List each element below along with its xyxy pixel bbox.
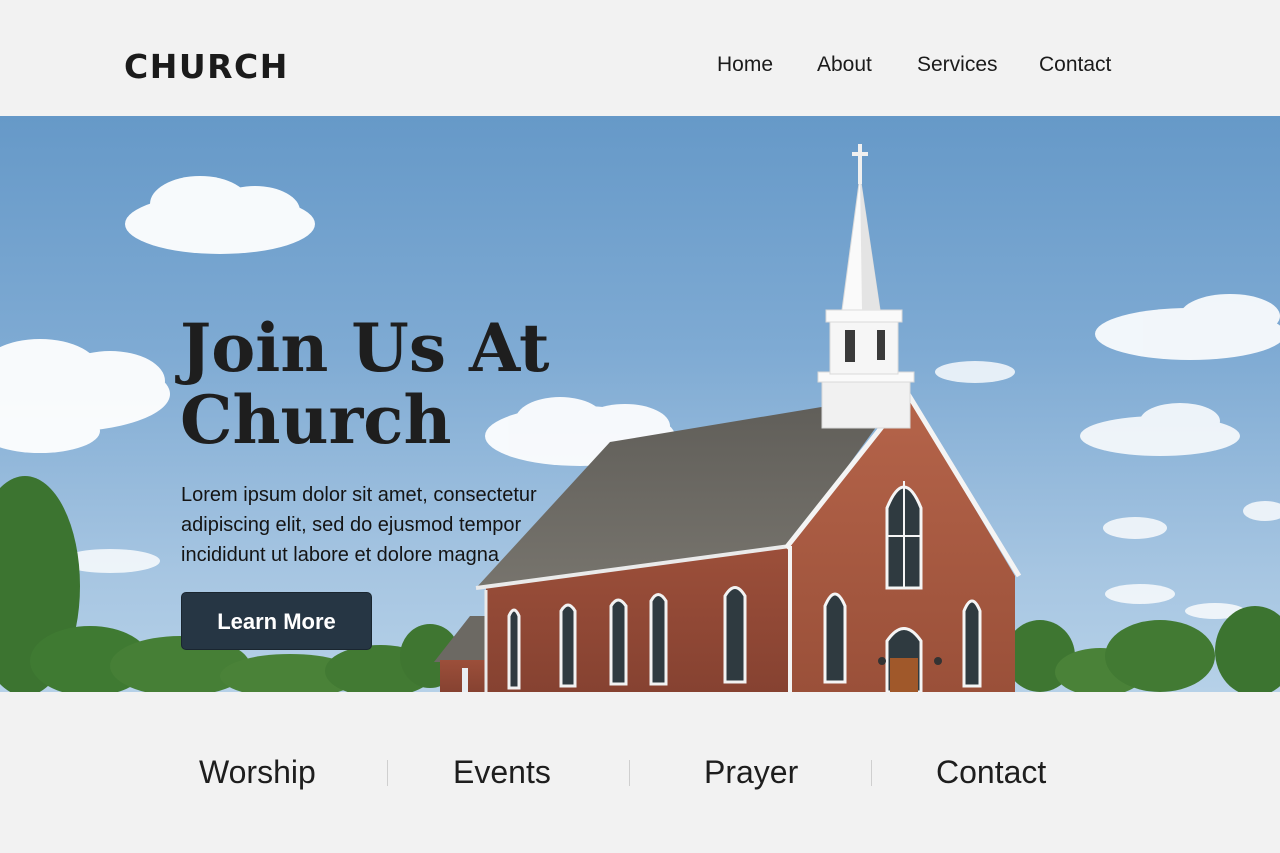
divider bbox=[871, 760, 872, 786]
feature-events-link[interactable]: Events bbox=[453, 756, 551, 788]
feature-prayer-link[interactable]: Prayer bbox=[704, 756, 798, 788]
cloud bbox=[125, 176, 315, 254]
nav-about-link[interactable]: About bbox=[817, 54, 872, 75]
divider bbox=[387, 760, 388, 786]
cloud bbox=[1095, 294, 1280, 360]
site-header: CHURCH Home About Services Contact bbox=[0, 0, 1280, 116]
trees-right bbox=[1005, 606, 1280, 692]
hero-description: Lorem ipsum dolor sit amet, consectetur … bbox=[181, 480, 581, 570]
feature-links: Worship Events Prayer Contact bbox=[0, 692, 1280, 853]
divider bbox=[629, 760, 630, 786]
hero-title-line: Join Us At bbox=[180, 309, 550, 387]
hero-description-line: adipiscing elit, sed do ejusmod tempor bbox=[181, 514, 522, 536]
nav-services-link[interactable]: Services bbox=[917, 54, 998, 75]
nav-home-link[interactable]: Home bbox=[717, 54, 773, 75]
hero-section: Join Us At Church Lorem ipsum dolor sit … bbox=[0, 116, 1280, 692]
hero-title: Join Us At Church bbox=[180, 312, 600, 456]
hero-title-line: Church bbox=[180, 381, 452, 459]
cloud bbox=[0, 339, 170, 453]
hero-description-line: Lorem ipsum dolor sit amet, consectetur bbox=[181, 484, 537, 506]
nav-contact-link[interactable]: Contact bbox=[1039, 54, 1111, 75]
cloud bbox=[1080, 403, 1240, 456]
hero-description-line: incididunt ut labore et dolore magna bbox=[181, 544, 499, 566]
feature-worship-link[interactable]: Worship bbox=[199, 756, 316, 788]
site-logo[interactable]: CHURCH bbox=[124, 50, 289, 83]
feature-contact-link[interactable]: Contact bbox=[936, 756, 1046, 788]
learn-more-button[interactable]: Learn More bbox=[181, 592, 372, 650]
steeple bbox=[817, 144, 915, 429]
